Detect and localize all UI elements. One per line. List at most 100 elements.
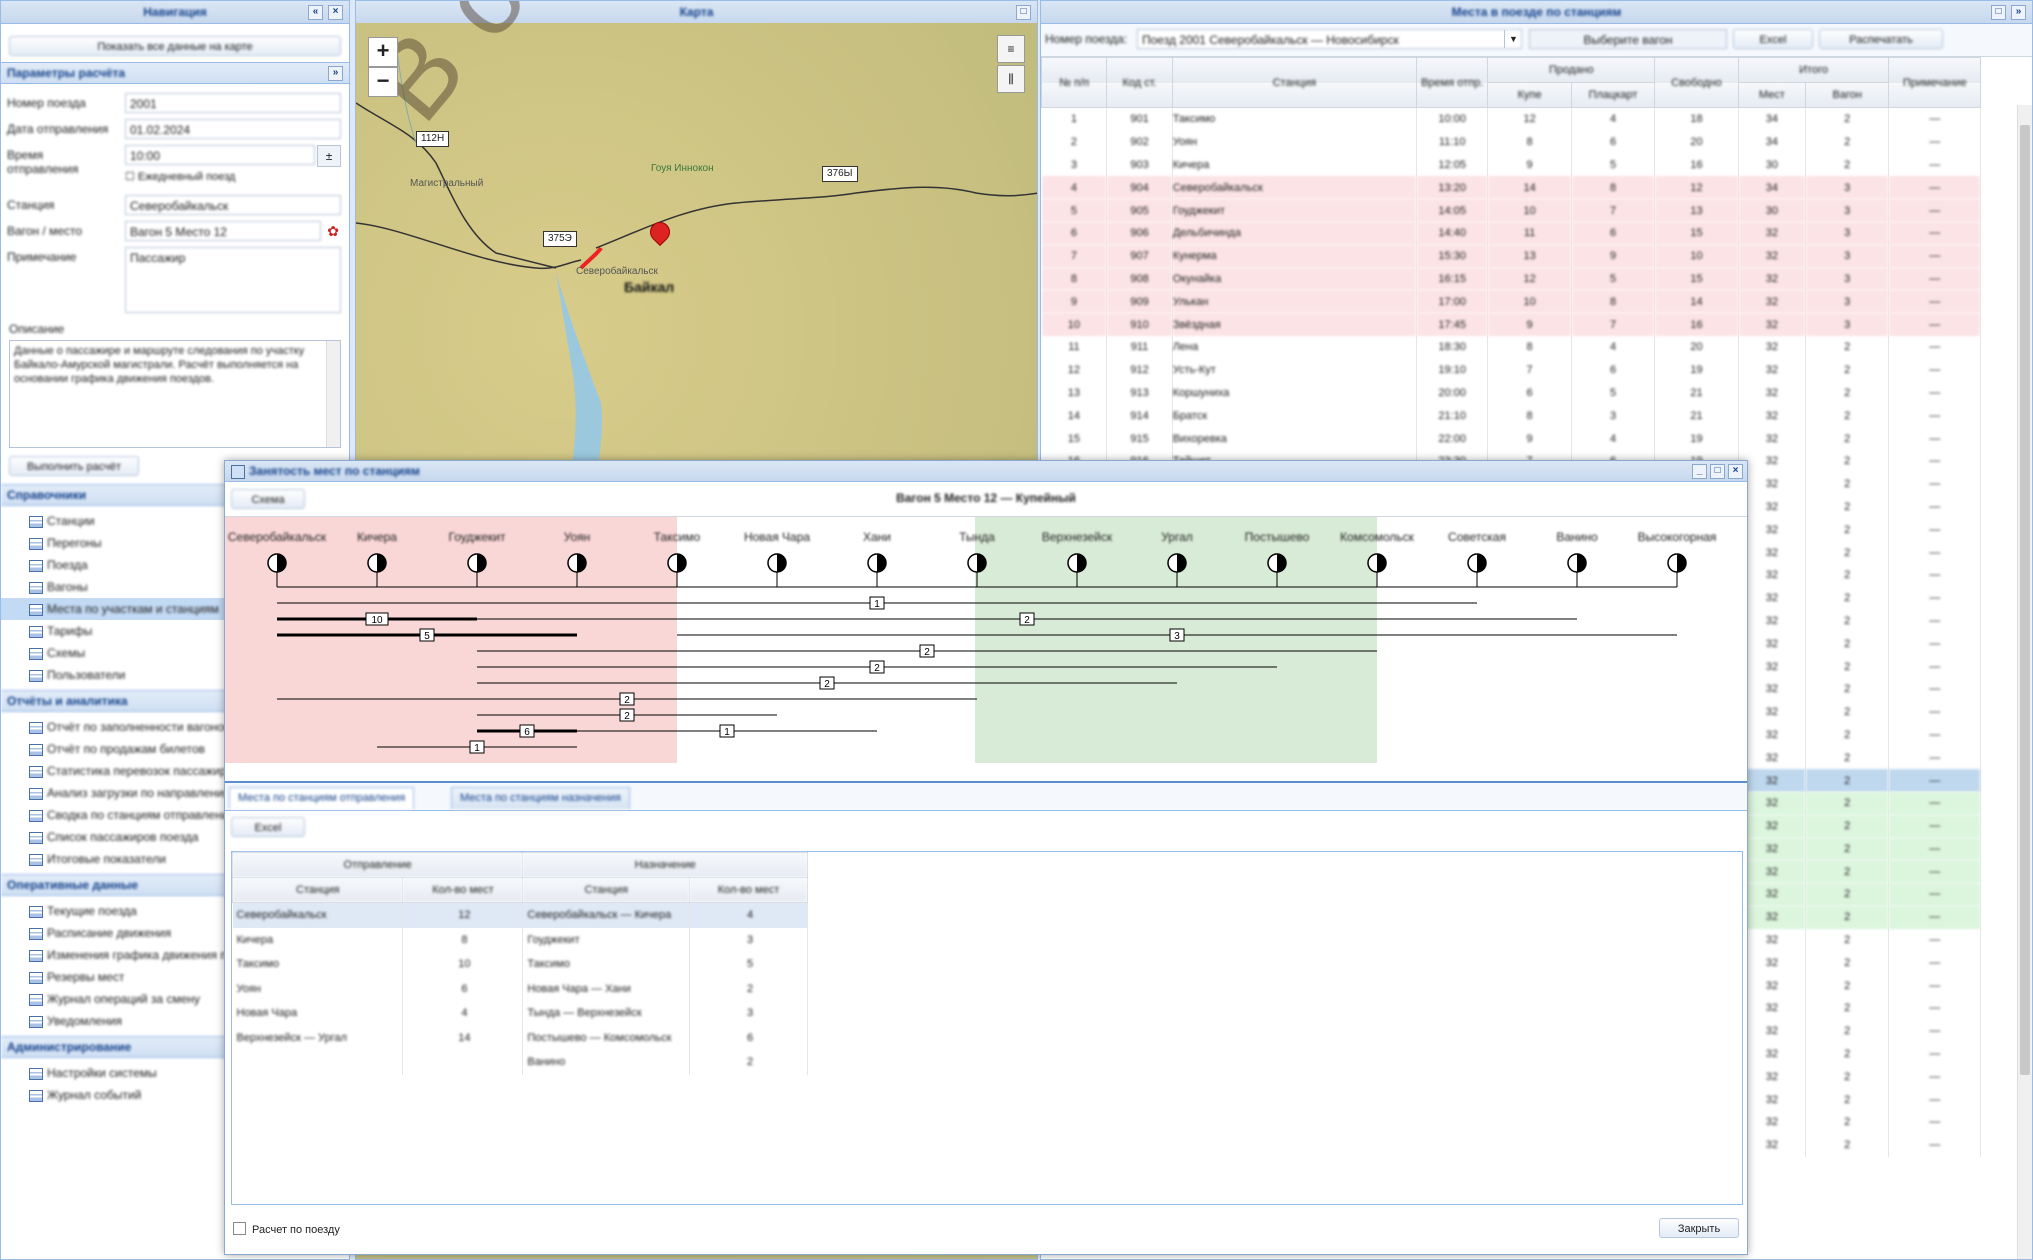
col-header[interactable]: Вагон: [1805, 82, 1890, 108]
checkbox-box[interactable]: [233, 1222, 246, 1235]
vertical-scrollbar[interactable]: [2017, 105, 2032, 1259]
segment-label: 2: [824, 679, 830, 690]
table-row[interactable]: 1 901 Таксимо 10:00 12 4 18 34 2—: [1041, 107, 1981, 131]
table-row[interactable]: 14 914 Братск 21:10 8 3 21 32 2—: [1041, 404, 1981, 428]
departure-date-input[interactable]: 01.02.2024: [125, 119, 341, 139]
sub-table-row[interactable]: Верхнезейск — Ургал 14 Постышево — Комсомо…: [232, 1025, 808, 1050]
table-row[interactable]: 6 906 Дельбичинда 14:40 11 6 15 32 3—: [1041, 221, 1981, 245]
expand-icon[interactable]: »: [2011, 5, 2026, 20]
zoom-out-button[interactable]: −: [368, 67, 398, 97]
col-header[interactable]: Купе: [1487, 82, 1572, 108]
excel-button[interactable]: Excel: [1733, 29, 1813, 49]
col-header[interactable]: Станция: [1171, 57, 1417, 108]
dialog-excel-button[interactable]: Excel: [231, 817, 305, 837]
table-cell: Кичера: [1172, 153, 1417, 177]
wagon-input[interactable]: Вагон 5 Место 12: [125, 221, 321, 241]
col-header[interactable]: Кол-во мест: [402, 877, 524, 903]
tree-item-label: Вагоны: [47, 580, 88, 594]
table-row[interactable]: 12 912 Усть-Кут 19:10 7 6 19 32 2—: [1041, 358, 1981, 382]
table-cell: 2: [1805, 1111, 1890, 1134]
table-row[interactable]: 13 913 Коршуниха 20:00 6 5 21 32 2—: [1041, 381, 1981, 405]
calculate-button[interactable]: Выполнить расчёт: [9, 456, 139, 476]
table-row[interactable]: 11 911 Лена 18:30 8 4 20 32 2—: [1041, 335, 1981, 359]
table-row[interactable]: 8 908 Окунайка 16:15 12 5 15 32 3—: [1041, 267, 1981, 291]
scrollbar-thumb[interactable]: [2020, 125, 2030, 1075]
minimize-icon[interactable]: _: [1692, 464, 1707, 479]
sub-table-cell: Новая Чара — Хани: [522, 976, 690, 1001]
col-header[interactable]: Примечание: [1888, 57, 1981, 108]
table-row[interactable]: 5 905 Гоуджекит 14:05 10 7 13 30 3—: [1041, 199, 1981, 222]
report-button[interactable]: Распечатать: [1819, 29, 1943, 49]
train-select[interactable]: Поезд 2001 Северобайкальск — Новосибирск: [1137, 29, 1522, 49]
list-icon: [29, 626, 43, 638]
checkbox-extra[interactable]: ☐ Ежедневный поезд: [125, 170, 235, 183]
close-icon[interactable]: ×: [328, 5, 343, 20]
table-cell: 2: [1805, 358, 1890, 382]
sub-table-row[interactable]: Ванино 2: [232, 1050, 808, 1075]
table-cell: 6: [1571, 221, 1656, 245]
table-cell: 32: [1738, 746, 1807, 770]
maximize-icon[interactable]: □: [1016, 5, 1031, 20]
maximize-icon[interactable]: □: [1991, 5, 2006, 20]
table-cell: 909: [1106, 290, 1173, 314]
table-row[interactable]: 9 909 Улькан 17:00 10 8 14 32 3—: [1041, 290, 1981, 314]
sub-table-row[interactable]: Северобайкальск 12 Северобайкальск — Кичер…: [232, 902, 808, 928]
flower-icon[interactable]: ✿: [327, 223, 339, 240]
col-group-header: Отправление: [231, 852, 524, 878]
table-row[interactable]: 7 907 Кунерма 15:30 13 9 10 32 3—: [1041, 244, 1981, 268]
legend-icon[interactable]: ⫼: [997, 65, 1025, 93]
table-cell: 12: [1654, 176, 1739, 200]
close-button[interactable]: Закрыть: [1659, 1218, 1739, 1238]
table-cell: 32: [1738, 244, 1807, 268]
road-marker: 112Н: [416, 131, 450, 147]
params-section-header[interactable]: Параметры расчёта »: [1, 62, 349, 84]
train-number-input[interactable]: 2001: [125, 93, 341, 113]
table-row[interactable]: 2 902 Уоян 11:10 8 6 20 34 2—: [1041, 130, 1981, 154]
collapse-section-icon[interactable]: »: [328, 66, 343, 81]
col-header[interactable]: Станция: [231, 877, 404, 903]
zoom-in-button[interactable]: +: [368, 37, 398, 67]
col-header[interactable]: Код ст.: [1106, 57, 1173, 108]
station-input[interactable]: Северобайкальск: [125, 195, 341, 215]
sub-table-row[interactable]: Таксимо 10 Таксимо 5: [232, 952, 808, 977]
collapse-left-icon[interactable]: «: [308, 5, 323, 20]
table-cell: 2: [1805, 974, 1890, 998]
maximize-icon[interactable]: □: [1710, 464, 1725, 479]
sub-table-row[interactable]: Кичера 8 Гоуджекит 3: [232, 927, 808, 952]
table-cell: 901: [1106, 107, 1173, 131]
seats-toolbar: Номер поезда: Поезд 2001 Северобайкальск…: [1041, 24, 2032, 57]
col-header[interactable]: Мест: [1737, 82, 1807, 108]
train-calc-checkbox[interactable]: Расчет по поезду: [233, 1222, 340, 1236]
col-header[interactable]: Время отпр.: [1415, 57, 1489, 108]
tab-destination[interactable]: Места по станциям назначения: [451, 787, 630, 809]
note-textarea[interactable]: Пассажир: [125, 247, 341, 313]
sub-table-row[interactable]: Уоян 6 Новая Чара — Хани 2: [232, 976, 808, 1001]
sub-table-row[interactable]: Новая Чара 4 Тында — Верхнезейск 3: [232, 1001, 808, 1026]
layers-icon[interactable]: ≡: [997, 35, 1025, 63]
table-row[interactable]: 4 904 Северобайкальск 13:20 14 8 12 34 3—: [1041, 176, 1981, 200]
description-box[interactable]: Данные о пассажире и маршруте следования…: [9, 340, 341, 448]
tab-departure[interactable]: Места по станциям отправления: [229, 787, 415, 809]
table-cell: Северобайкальск: [1172, 176, 1417, 200]
table-cell: 11: [1487, 221, 1572, 245]
time-stepper[interactable]: ±: [317, 145, 341, 167]
show-all-on-map-button[interactable]: Показать все данные на карте: [9, 36, 341, 56]
departure-time-input[interactable]: 10:00: [125, 145, 315, 165]
col-header[interactable]: Станция: [522, 877, 690, 903]
sub-table-cell: 12: [402, 902, 524, 928]
table-row[interactable]: 3 903 Кичера 12:05 9 5 16 30 2—: [1041, 153, 1981, 177]
table-cell: 2: [1805, 655, 1890, 678]
train-dropdown-icon[interactable]: ▼: [1504, 30, 1522, 48]
close-icon[interactable]: ×: [1728, 464, 1743, 479]
scrollbar[interactable]: [326, 341, 340, 447]
table-row[interactable]: 10 910 Звёздная 17:45 9 7 16 32 3—: [1041, 313, 1981, 336]
col-header[interactable]: Плацкарт: [1570, 82, 1656, 108]
table-cell: —: [1888, 677, 1981, 701]
col-header[interactable]: Свободно: [1654, 57, 1739, 108]
wagon-select[interactable]: Выберите вагон: [1529, 29, 1727, 49]
station-marker-fill: [1677, 554, 1686, 572]
table-cell: Братск: [1172, 404, 1417, 428]
table-row[interactable]: 15 915 Вихоревка 22:00 9 4 19 32 2—: [1041, 427, 1981, 450]
col-header[interactable]: № п/п: [1041, 57, 1108, 108]
col-header[interactable]: Кол-во мест: [689, 877, 808, 903]
